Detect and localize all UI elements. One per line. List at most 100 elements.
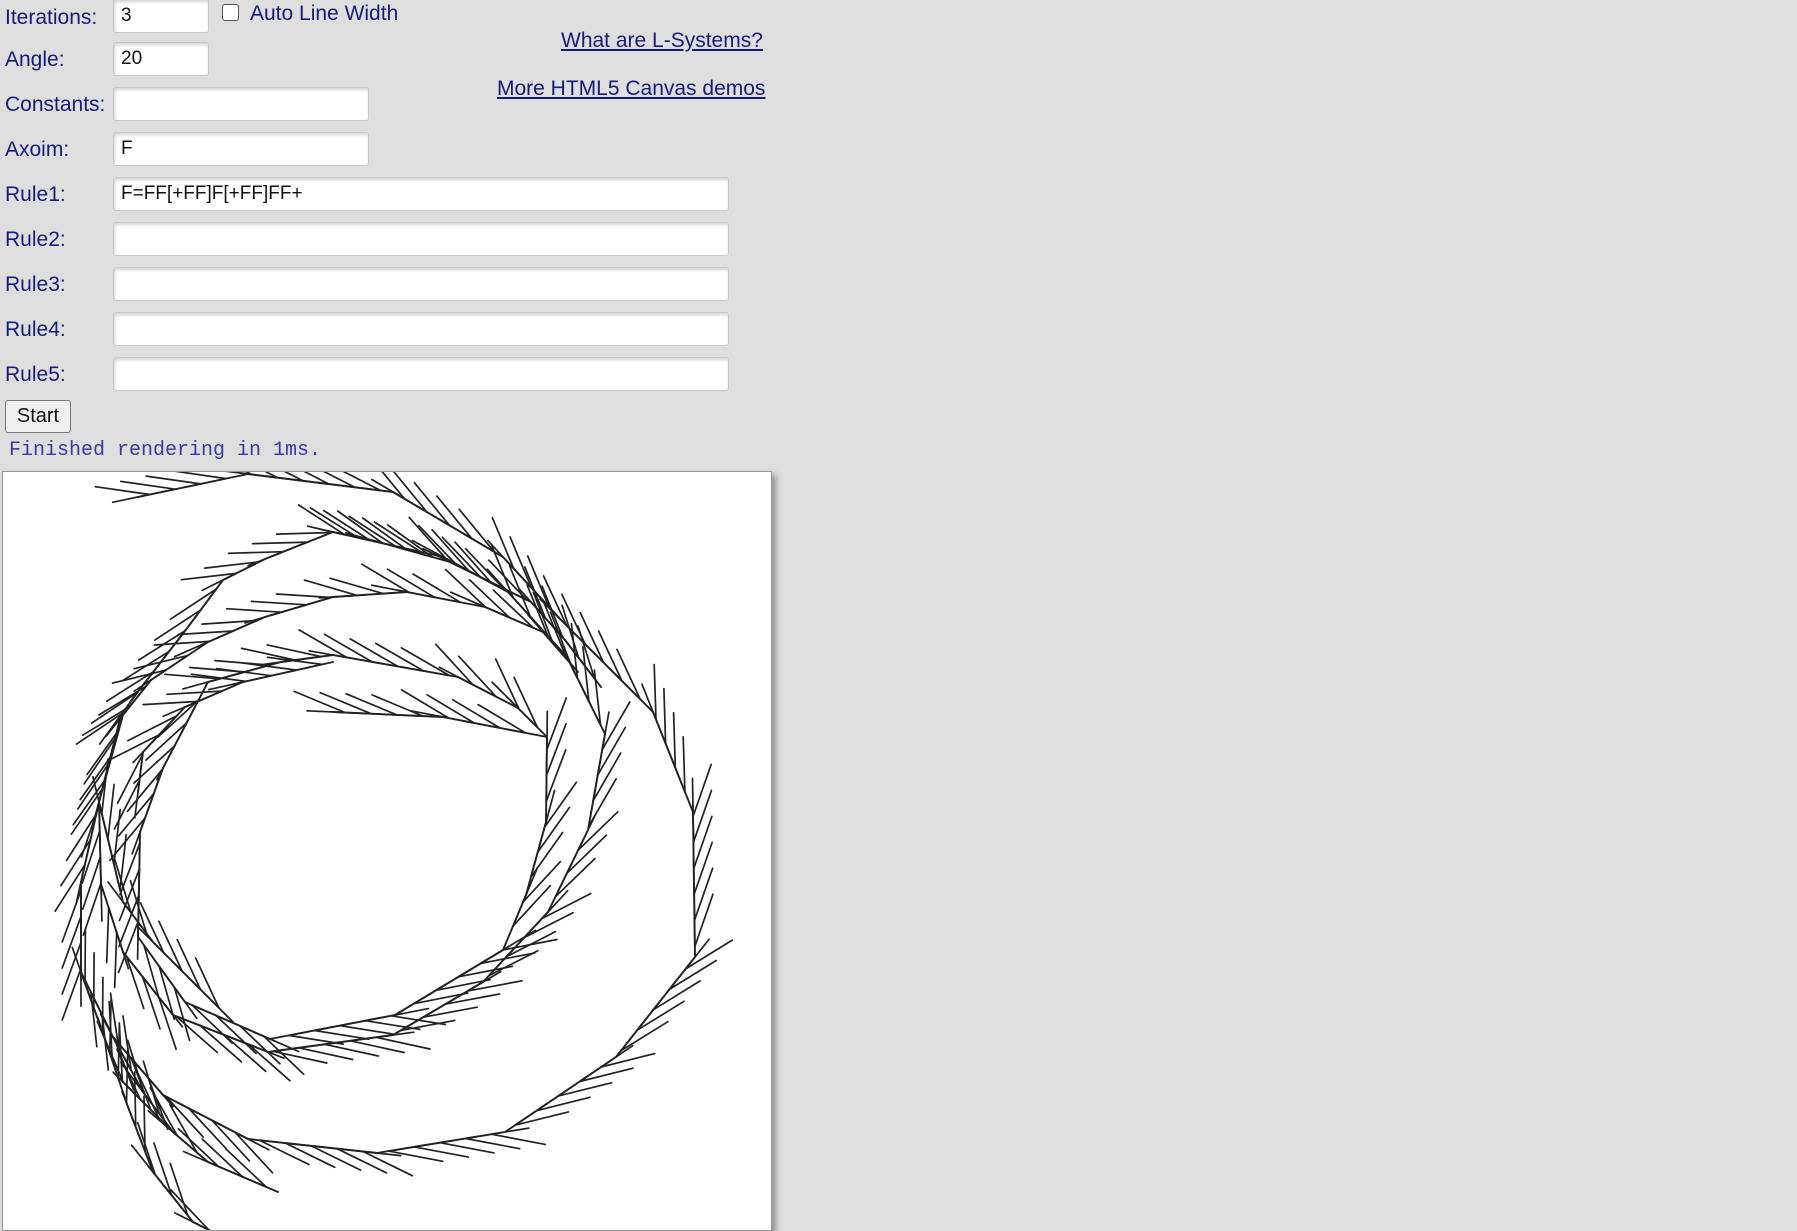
branch-stroke	[363, 1152, 412, 1176]
branch-stroke	[515, 1112, 568, 1125]
branch-stroke	[143, 977, 160, 1029]
branch-stroke	[376, 1037, 430, 1049]
axiom-input[interactable]: F	[113, 132, 369, 166]
rule5-row: Rule5:	[5, 357, 113, 393]
rule2-label: Rule2:	[5, 228, 113, 252]
branch-stroke	[171, 1190, 209, 1230]
branch-stroke	[546, 750, 566, 802]
branch-stroke	[683, 737, 685, 792]
branch-stroke	[118, 1023, 119, 1078]
branch-stroke	[524, 913, 573, 938]
branch-stroke	[542, 894, 591, 919]
branch-stroke	[537, 1097, 590, 1110]
branch-stroke	[159, 997, 176, 1049]
status-text: Finished rendering in 1ms.	[9, 439, 321, 462]
branch-stroke	[466, 1139, 520, 1149]
rule2-input[interactable]	[113, 222, 729, 256]
branch-stroke	[340, 1026, 394, 1035]
branch-stroke	[601, 1054, 654, 1067]
branch-stroke	[491, 1134, 545, 1144]
branch-stroke	[150, 769, 163, 805]
branch-stroke	[62, 916, 81, 968]
rule4-row: Rule4:	[5, 312, 113, 348]
branch-stroke	[547, 698, 566, 750]
rule5-label: Rule5:	[5, 363, 113, 387]
branch-stroke	[346, 694, 397, 715]
branch-stroke	[458, 565, 492, 583]
what-are-lsystems-link[interactable]: What are L-Systems?	[561, 29, 763, 53]
branch-stroke	[654, 665, 656, 720]
iterations-input[interactable]: 3	[113, 0, 209, 33]
branch-stroke	[613, 672, 640, 699]
branch-stroke	[177, 940, 200, 990]
branch-stroke	[253, 542, 308, 544]
constants-row: Constants:	[5, 87, 113, 123]
iterations-label: Iterations:	[5, 6, 113, 30]
branch-stroke	[170, 1163, 188, 1215]
branch-stroke	[694, 908, 695, 946]
branch-stroke	[299, 1048, 353, 1060]
branch-stroke	[228, 552, 283, 554]
branch-stroke	[695, 894, 713, 946]
branch-stroke	[227, 609, 282, 613]
branch-stroke	[385, 714, 423, 716]
branch-stroke	[154, 1143, 172, 1195]
branch-stroke	[175, 1213, 209, 1230]
branch-stroke	[547, 724, 567, 776]
branch-stroke	[252, 601, 307, 604]
angle-input[interactable]: 20	[113, 42, 209, 76]
branch-stroke	[320, 693, 371, 714]
branch-stroke	[196, 958, 219, 1008]
branch-stroke	[315, 1031, 369, 1040]
branch-stroke	[109, 908, 121, 944]
auto-line-width-label[interactable]: Auto Line Width	[250, 2, 398, 26]
branch-stroke	[671, 757, 685, 792]
branch-stroke	[294, 691, 345, 712]
rule3-label: Rule3:	[5, 273, 113, 297]
branch-stroke	[694, 816, 712, 868]
branch-stroke	[558, 1083, 611, 1096]
branch-stroke	[664, 689, 666, 744]
branch-stroke	[545, 635, 570, 664]
branch-stroke	[231, 1172, 266, 1187]
branch-stroke	[128, 716, 177, 741]
branch-stroke	[126, 956, 143, 1008]
branch-stroke	[151, 716, 177, 744]
branch-stroke	[119, 895, 139, 946]
constants-label: Constants:	[5, 93, 113, 117]
lsystem-drawing	[3, 472, 772, 1231]
branch-stroke	[99, 805, 100, 843]
branch-stroke	[556, 863, 573, 897]
branch-stroke	[121, 481, 175, 489]
branch-stroke	[580, 1068, 633, 1081]
branch-stroke	[83, 883, 101, 935]
lsystem-canvas[interactable]	[2, 471, 772, 1231]
constants-input[interactable]	[113, 87, 369, 121]
branch-stroke	[546, 763, 547, 801]
rule3-input[interactable]	[113, 267, 729, 301]
branch-stroke	[277, 533, 332, 535]
branch-stroke	[617, 649, 640, 699]
branch-stroke	[514, 678, 537, 728]
rule4-input[interactable]	[113, 312, 729, 346]
branch-stroke	[492, 518, 513, 569]
branch-stroke	[695, 868, 713, 920]
branch-stroke	[511, 701, 538, 728]
start-button[interactable]: Start	[5, 400, 71, 433]
branch-stroke	[693, 764, 711, 816]
branch-stroke	[138, 1123, 156, 1175]
checkbox-unchecked-icon[interactable]	[222, 4, 239, 21]
axiom-row: Axoim:	[5, 132, 113, 168]
iterations-row: Iterations:	[5, 0, 113, 36]
branch-stroke	[304, 580, 357, 595]
branch-stroke	[440, 1143, 494, 1153]
branch-stroke	[139, 843, 140, 881]
rule1-input[interactable]: F=FF[+FF]F[+FF]FF+	[113, 177, 729, 211]
rule5-input[interactable]	[113, 357, 729, 391]
branch-stroke	[107, 908, 109, 963]
more-canvas-demos-link[interactable]: More HTML5 Canvas demos	[497, 77, 765, 101]
branch-stroke	[159, 966, 174, 1019]
branch-stroke	[389, 1151, 443, 1161]
branch-stroke	[693, 790, 711, 842]
branch-stroke	[325, 1044, 379, 1056]
